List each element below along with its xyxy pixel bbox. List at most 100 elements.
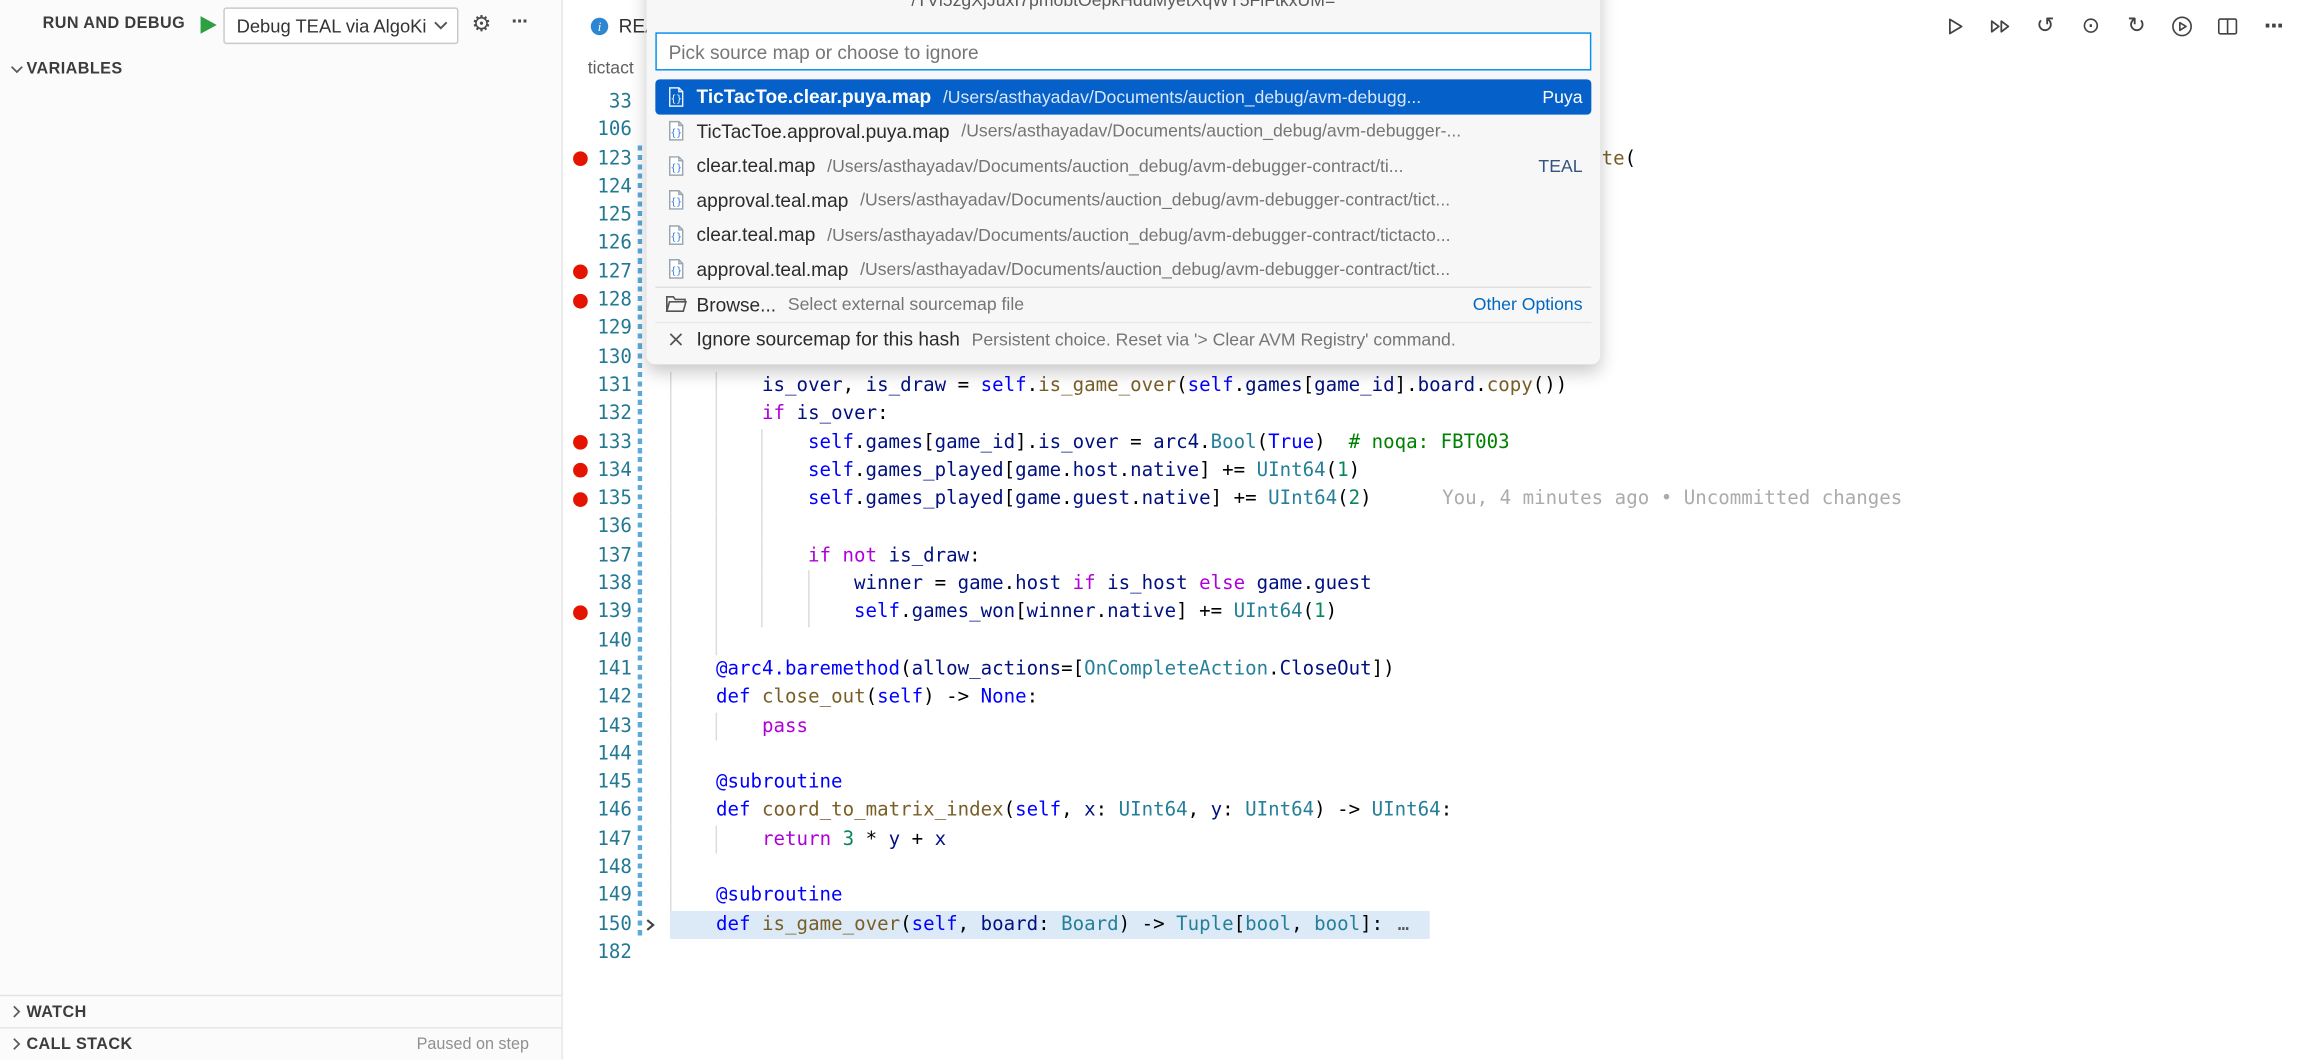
editor-tab[interactable]: i REA bbox=[564, 0, 658, 51]
quickpick-input[interactable] bbox=[655, 32, 1591, 70]
breakpoint-gutter[interactable] bbox=[564, 769, 596, 797]
sidebar-more-actions-icon[interactable]: ··· bbox=[511, 9, 527, 33]
breakpoint-gutter[interactable] bbox=[564, 173, 596, 201]
run-all-button[interactable] bbox=[1987, 12, 2013, 38]
code-content[interactable] bbox=[670, 513, 2304, 541]
quickpick-item[interactable]: {}approval.teal.map/Users/asthayadav/Doc… bbox=[655, 183, 1591, 218]
code-content[interactable]: self.games[game_id].is_over = arc4.Bool(… bbox=[670, 428, 2304, 456]
quickpick-item[interactable]: {}TicTacToe.clear.puya.map/Users/asthaya… bbox=[655, 79, 1591, 114]
code-line[interactable]: 142 def close_out(self) -> None: bbox=[564, 684, 2304, 712]
code-line[interactable]: 139 self.games_won[winner.native] += UIn… bbox=[564, 599, 2304, 627]
code-line[interactable]: 137 if not is_draw: bbox=[564, 542, 2304, 570]
breakpoint-gutter[interactable] bbox=[564, 230, 596, 258]
code-line[interactable]: 135 self.games_played[game.guest.native]… bbox=[564, 485, 2304, 513]
breakpoint-gutter[interactable] bbox=[564, 627, 596, 655]
start-debugging-button[interactable] bbox=[194, 13, 219, 38]
breakpoint-gutter[interactable] bbox=[564, 655, 596, 683]
breakpoint-gutter[interactable] bbox=[564, 457, 596, 485]
breakpoint-gutter[interactable] bbox=[564, 343, 596, 371]
folded-code-ellipsis[interactable]: … bbox=[1398, 913, 1410, 935]
breakpoint-gutter[interactable] bbox=[564, 372, 596, 400]
breakpoint-gutter[interactable] bbox=[564, 117, 596, 145]
breakpoint-gutter[interactable] bbox=[564, 145, 596, 173]
more-actions-button[interactable]: ··· bbox=[2260, 12, 2286, 38]
code-line[interactable]: 133 self.games[game_id].is_over = arc4.B… bbox=[564, 428, 2304, 456]
continue-button[interactable] bbox=[2169, 12, 2195, 38]
code-content[interactable]: @subroutine bbox=[670, 769, 2304, 797]
code-line[interactable]: 146 def coord_to_matrix_index(self, x: U… bbox=[564, 797, 2304, 825]
run-file-button[interactable] bbox=[1941, 12, 1967, 38]
step-forward-button[interactable]: ↻ bbox=[2123, 12, 2149, 38]
breakpoint-gutter[interactable] bbox=[564, 712, 596, 740]
gear-icon[interactable]: ⚙ bbox=[472, 10, 492, 36]
code-line[interactable]: 131 is_over, is_draw = self.is_game_over… bbox=[564, 372, 2304, 400]
code-content[interactable]: @subroutine bbox=[670, 882, 2304, 910]
code-line[interactable]: 149 @subroutine bbox=[564, 882, 2304, 910]
code-content[interactable]: pass bbox=[670, 712, 2304, 740]
quickpick-ignore-item[interactable]: Ignore sourcemap for this hash Persisten… bbox=[655, 321, 1591, 356]
breakpoint-gutter[interactable] bbox=[564, 910, 596, 938]
code-line[interactable]: 145 @subroutine bbox=[564, 769, 2304, 797]
code-content[interactable] bbox=[670, 854, 2304, 882]
code-line[interactable]: 134 self.games_played[game.host.native] … bbox=[564, 457, 2304, 485]
breakpoint-gutter[interactable] bbox=[564, 428, 596, 456]
code-content[interactable]: def is_game_over(self, board: Board) -> … bbox=[670, 910, 2304, 938]
split-editor-button[interactable] bbox=[2214, 12, 2240, 38]
breakpoint-gutter[interactable] bbox=[564, 258, 596, 286]
quickpick-item[interactable]: {}clear.teal.map/Users/asthayadav/Docume… bbox=[655, 148, 1591, 183]
breakpoint-gutter[interactable] bbox=[564, 542, 596, 570]
watch-section-header[interactable]: WATCH bbox=[0, 995, 561, 1027]
debug-config-select[interactable]: Debug TEAL via AlgoKi bbox=[223, 7, 458, 44]
breakpoint-gutter[interactable] bbox=[564, 599, 596, 627]
step-back-button[interactable]: ↺ bbox=[2032, 12, 2058, 38]
code-content[interactable]: return 3 * y + x bbox=[670, 825, 2304, 853]
breakpoint-gutter[interactable] bbox=[564, 513, 596, 541]
code-line[interactable]: 150 def is_game_over(self, board: Board)… bbox=[564, 910, 2304, 938]
code-line[interactable]: 138 winner = game.host if is_host else g… bbox=[564, 570, 2304, 598]
code-line[interactable]: 144 bbox=[564, 740, 2304, 768]
breakpoint-gutter[interactable] bbox=[564, 570, 596, 598]
code-content[interactable]: def close_out(self) -> None: bbox=[670, 684, 2304, 712]
quickpick-browse-item[interactable]: Browse... Select external sourcemap file… bbox=[655, 287, 1591, 322]
breakpoint-gutter[interactable] bbox=[564, 400, 596, 428]
code-content[interactable]: def coord_to_matrix_index(self, x: UInt6… bbox=[670, 797, 2304, 825]
breakpoint-gutter[interactable] bbox=[564, 287, 596, 315]
code-line[interactable]: 182 bbox=[564, 939, 2304, 967]
code-content[interactable] bbox=[670, 939, 2304, 967]
code-line[interactable]: 143 pass bbox=[564, 712, 2304, 740]
code-content[interactable]: self.games_won[winner.native] += UInt64(… bbox=[670, 599, 2304, 627]
breakpoint-gutter[interactable] bbox=[564, 684, 596, 712]
breakpoint-gutter[interactable] bbox=[564, 315, 596, 343]
breakpoint-gutter[interactable] bbox=[564, 825, 596, 853]
breakpoint-gutter[interactable] bbox=[564, 939, 596, 967]
code-content[interactable] bbox=[670, 627, 2304, 655]
record-button[interactable]: ⊙ bbox=[2078, 12, 2104, 38]
breakpoint-gutter[interactable] bbox=[564, 88, 596, 116]
code-line[interactable]: 148 bbox=[564, 854, 2304, 882]
code-content[interactable]: self.games_played[game.guest.native] += … bbox=[670, 485, 2304, 513]
code-line[interactable]: 141 @arc4.baremethod(allow_actions=[OnCo… bbox=[564, 655, 2304, 683]
quickpick-item[interactable]: {}approval.teal.map/Users/asthayadav/Doc… bbox=[655, 252, 1591, 287]
code-content[interactable]: self.games_played[game.host.native] += U… bbox=[670, 457, 2304, 485]
quickpick-item[interactable]: {}TicTacToe.approval.puya.map/Users/asth… bbox=[655, 114, 1591, 149]
breakpoint-gutter[interactable] bbox=[564, 854, 596, 882]
code-content[interactable]: @arc4.baremethod(allow_actions=[OnComple… bbox=[670, 655, 2304, 683]
breakpoint-gutter[interactable] bbox=[564, 485, 596, 513]
breakpoint-gutter[interactable] bbox=[564, 740, 596, 768]
code-content[interactable]: is_over, is_draw = self.is_game_over(sel… bbox=[670, 372, 2304, 400]
code-line[interactable]: 147 return 3 * y + x bbox=[564, 825, 2304, 853]
code-line[interactable]: 132 if is_over: bbox=[564, 400, 2304, 428]
code-line[interactable]: 140 bbox=[564, 627, 2304, 655]
quickpick-item[interactable]: {}clear.teal.map/Users/asthayadav/Docume… bbox=[655, 217, 1591, 252]
breakpoint-gutter[interactable] bbox=[564, 202, 596, 230]
variables-section-header[interactable]: VARIABLES bbox=[0, 53, 561, 85]
fold-chevron-icon[interactable] bbox=[644, 918, 657, 931]
breakpoint-gutter[interactable] bbox=[564, 797, 596, 825]
code-content[interactable]: if is_over: bbox=[670, 400, 2304, 428]
code-content[interactable]: if not is_draw: bbox=[670, 542, 2304, 570]
code-content[interactable]: winner = game.host if is_host else game.… bbox=[670, 570, 2304, 598]
code-line[interactable]: 136 bbox=[564, 513, 2304, 541]
breakpoint-gutter[interactable] bbox=[564, 882, 596, 910]
call-stack-section-header[interactable]: CALL STACK Paused on step bbox=[0, 1027, 561, 1059]
breadcrumb-item[interactable]: tictact bbox=[588, 57, 634, 78]
